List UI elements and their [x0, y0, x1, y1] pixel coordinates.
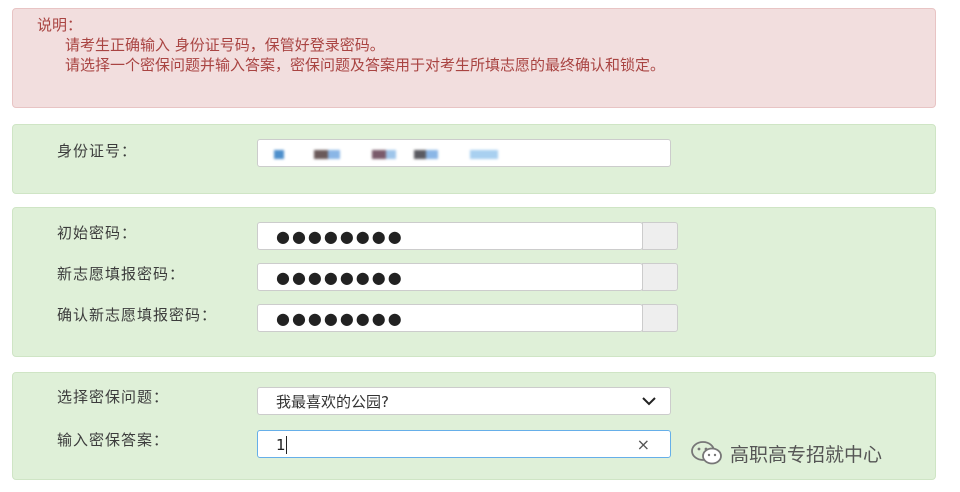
initial-password-addon[interactable] — [642, 222, 678, 250]
id-number-label: 身份证号： — [57, 142, 138, 160]
new-password-addon[interactable] — [642, 263, 678, 291]
security-answer-value: 1 — [276, 436, 286, 454]
notice-line-1: 请考生正确输入 身份证号码，保管好登录密码。 — [65, 36, 385, 54]
clear-icon[interactable]: × — [637, 434, 650, 456]
initial-password-field[interactable]: ●●●●●●●● — [257, 222, 643, 250]
new-password-value: ●●●●●●●● — [276, 268, 404, 287]
initial-password-label: 初始密码： — [57, 224, 138, 242]
chevron-down-icon[interactable] — [642, 390, 656, 412]
confirm-password-field[interactable]: ●●●●●●●● — [257, 304, 643, 332]
watermark: 高职高专招就中心 — [690, 440, 940, 466]
security-question-label: 选择密保问题： — [57, 388, 170, 406]
security-answer-input[interactable]: 1 × — [257, 430, 671, 458]
notice-heading: 说明： — [37, 16, 83, 34]
watermark-text: 高职高专招就中心 — [730, 443, 883, 466]
confirm-password-addon[interactable] — [642, 304, 678, 332]
security-question-select[interactable]: 我最喜欢的公园? — [257, 387, 671, 415]
id-number-value-redacted — [268, 148, 568, 162]
security-answer-label: 输入密保答案： — [57, 431, 170, 449]
security-question-selected: 我最喜欢的公园? — [276, 393, 389, 411]
new-password-label: 新志愿填报密码： — [57, 265, 186, 283]
confirm-password-value: ●●●●●●●● — [276, 309, 404, 328]
wechat-icon — [691, 441, 722, 465]
notice-line-2: 请选择一个密保问题并输入答案，密保问题及答案用于对考生所填志愿的最终确认和锁定。 — [65, 56, 666, 74]
text-caret — [286, 436, 287, 454]
id-number-field[interactable] — [257, 139, 671, 167]
new-password-field[interactable]: ●●●●●●●● — [257, 263, 643, 291]
notice-box: 说明： 请考生正确输入 身份证号码，保管好登录密码。 请选择一个密保问题并输入答… — [12, 8, 936, 108]
identity-panel: 身份证号： — [12, 124, 936, 194]
initial-password-value: ●●●●●●●● — [276, 227, 404, 246]
confirm-password-label: 确认新志愿填报密码： — [57, 306, 218, 324]
password-panel: 初始密码： ●●●●●●●● 新志愿填报密码： ●●●●●●●● 确认新志愿填报… — [12, 207, 936, 357]
